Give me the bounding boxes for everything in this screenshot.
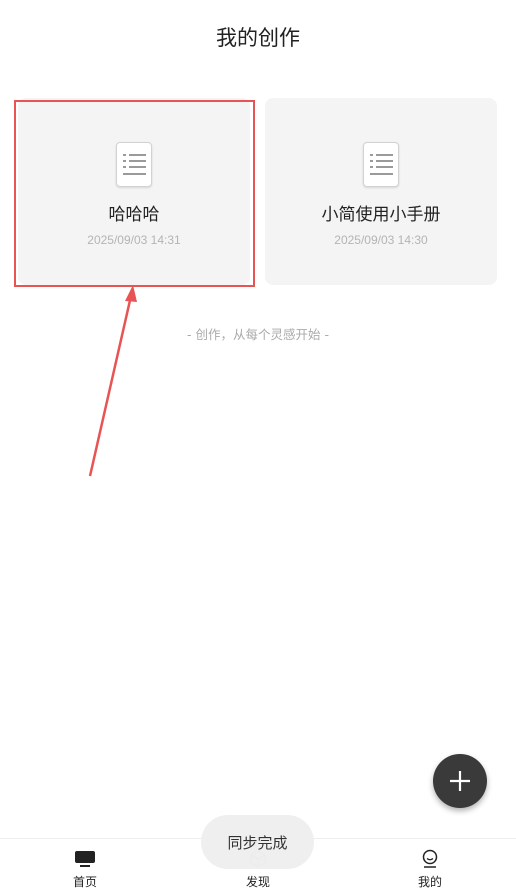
nav-item-home[interactable]: 首页 — [25, 839, 145, 895]
nav-label: 发现 — [245, 875, 270, 889]
sync-toast: 同步完成 — [201, 815, 314, 869]
monitor-icon — [75, 851, 95, 867]
nav-label: 首页 — [72, 875, 97, 889]
card-title: 小简使用小手册 — [321, 205, 441, 225]
document-icon — [363, 142, 399, 187]
creation-card-1[interactable]: 哈哈哈 2025/09/03 14:31 — [18, 98, 250, 285]
user-icon — [422, 849, 438, 868]
nav-label: 我的 — [417, 875, 442, 889]
creation-card-2[interactable]: 小简使用小手册 2025/09/03 14:30 — [265, 98, 497, 285]
card-title: 哈哈哈 — [108, 205, 160, 225]
card-date: 2025/09/03 14:31 — [87, 233, 181, 247]
add-creation-button[interactable] — [433, 754, 487, 808]
document-icon — [116, 142, 152, 187]
slogan-text: - 创作，从每个灵感开始 - — [187, 327, 329, 342]
page-title: 我的创作 — [216, 26, 300, 50]
plus-icon — [450, 771, 470, 791]
nav-item-mine[interactable]: 我的 — [370, 839, 490, 895]
card-date: 2025/09/03 14:30 — [334, 233, 428, 247]
